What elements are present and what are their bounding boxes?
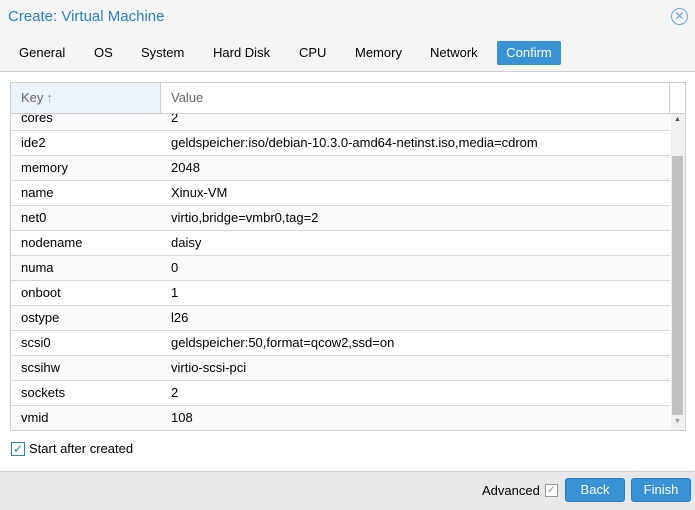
row-value: 2 bbox=[171, 385, 179, 400]
scroll-up-icon[interactable]: ▲ bbox=[674, 116, 681, 123]
row-value: 2048 bbox=[171, 160, 200, 175]
row-value: Xinux-VM bbox=[171, 185, 228, 200]
row-key: net0 bbox=[21, 210, 47, 225]
table-row[interactable]: name Xinux-VM bbox=[11, 181, 670, 206]
start-after-created-label[interactable]: Start after created bbox=[29, 441, 133, 456]
start-after-created-checkbox[interactable]: ✓ bbox=[11, 442, 25, 456]
row-value: geldspeicher:iso/debian-10.3.0-amd64-net… bbox=[171, 135, 538, 150]
scrollbar[interactable]: ▲ ▼ bbox=[671, 114, 685, 430]
column-key-label: Key bbox=[21, 90, 44, 105]
column-header-value[interactable]: Value bbox=[161, 83, 670, 113]
row-key: scsi0 bbox=[21, 335, 51, 350]
row-value: l26 bbox=[171, 310, 189, 325]
table-row[interactable]: vmid 108 bbox=[11, 406, 670, 430]
row-value: 2 bbox=[171, 114, 179, 125]
row-value: virtio,bridge=vmbr0,tag=2 bbox=[171, 210, 319, 225]
finish-button[interactable]: Finish bbox=[631, 478, 691, 502]
row-key: cores bbox=[21, 114, 53, 125]
tab-cpu[interactable]: CPU bbox=[290, 41, 335, 65]
row-value: geldspeicher:50,format=qcow2,ssd=on bbox=[171, 335, 395, 350]
table-row[interactable]: ide2 geldspeicher:iso/debian-10.3.0-amd64… bbox=[11, 131, 670, 156]
table-row[interactable]: onboot 1 bbox=[11, 281, 670, 306]
row-value: 108 bbox=[171, 410, 193, 425]
window-title: Create: Virtual Machine bbox=[8, 8, 165, 25]
advanced-checkbox[interactable]: ✓ bbox=[545, 484, 558, 497]
arrow-up-icon: ↑ bbox=[46, 90, 53, 105]
summary-grid: Key ↑ Value cores 2 ide2 geldspeicher:iso/de… bbox=[10, 82, 686, 431]
tab-os[interactable]: OS bbox=[85, 41, 122, 65]
table-row[interactable]: ostype l26 bbox=[11, 306, 670, 331]
row-key: memory bbox=[21, 160, 68, 175]
row-value: daisy bbox=[171, 235, 202, 250]
advanced-label[interactable]: Advanced bbox=[482, 483, 540, 498]
tab-confirm[interactable]: Confirm bbox=[497, 41, 561, 65]
table-row[interactable]: net0 virtio,bridge=vmbr0,tag=2 bbox=[11, 206, 670, 231]
grid-body: cores 2 ide2 geldspeicher:iso/debian-10.3.0… bbox=[11, 114, 670, 430]
table-row[interactable]: sockets 2 bbox=[11, 381, 670, 406]
table-row[interactable]: memory 2048 bbox=[11, 156, 670, 181]
table-row[interactable]: nodename daisy bbox=[11, 231, 670, 256]
row-key: vmid bbox=[21, 410, 49, 425]
table-row[interactable]: scsi0 geldspeicher:50,format=qcow2,ssd=on bbox=[11, 331, 670, 356]
row-key: ostype bbox=[21, 310, 60, 325]
table-row[interactable]: numa 0 bbox=[11, 256, 670, 281]
scrollbar-thumb[interactable] bbox=[672, 156, 683, 415]
wizard-header: Create: Virtual Machine ✕ General OS Sys… bbox=[0, 0, 695, 72]
tab-system[interactable]: System bbox=[132, 41, 193, 65]
wizard-footer: Advanced ✓ Back Finish bbox=[0, 471, 695, 510]
row-key: nodename bbox=[21, 235, 83, 250]
row-key: scsihw bbox=[21, 360, 61, 375]
row-key: sockets bbox=[21, 385, 66, 400]
row-value: virtio-scsi-pci bbox=[171, 360, 247, 375]
row-value: 1 bbox=[171, 285, 179, 300]
grid-header: Key ↑ Value bbox=[11, 83, 685, 114]
back-button[interactable]: Back bbox=[565, 478, 625, 502]
column-header-key[interactable]: Key ↑ bbox=[11, 83, 161, 113]
row-key: ide2 bbox=[21, 135, 46, 150]
row-key: onboot bbox=[21, 285, 61, 300]
tab-memory[interactable]: Memory bbox=[346, 41, 411, 65]
table-row[interactable]: cores 2 bbox=[11, 114, 670, 131]
row-value: 0 bbox=[171, 260, 179, 275]
row-key: name bbox=[21, 185, 54, 200]
tab-general[interactable]: General bbox=[10, 41, 74, 65]
row-key: numa bbox=[21, 260, 54, 275]
tab-network[interactable]: Network bbox=[421, 41, 487, 65]
tab-hard-disk[interactable]: Hard Disk bbox=[204, 41, 279, 65]
scroll-down-icon[interactable]: ▼ bbox=[674, 418, 681, 425]
table-row[interactable]: scsihw virtio-scsi-pci bbox=[11, 356, 670, 381]
close-icon[interactable]: ✕ bbox=[671, 8, 688, 25]
